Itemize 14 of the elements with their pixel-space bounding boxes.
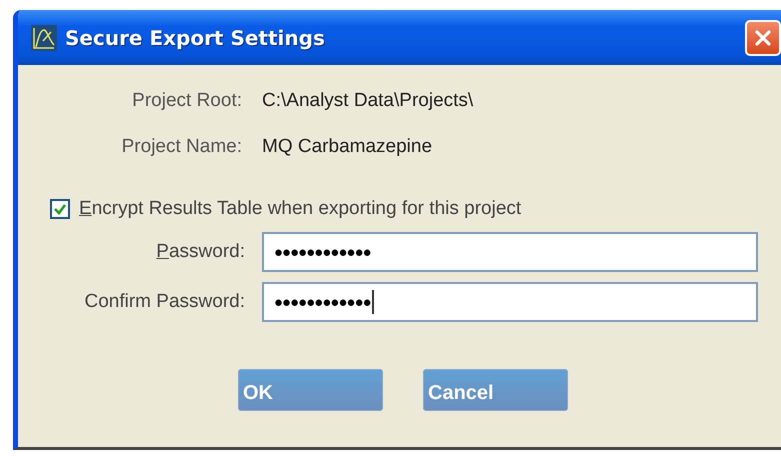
window-title: Secure Export Settings bbox=[65, 26, 326, 50]
password-field[interactable]: ●●●●●●●●●●●● bbox=[262, 232, 758, 272]
field-label: Project Root: bbox=[131, 90, 242, 112]
field-label: Confirm Password: bbox=[84, 291, 245, 313]
field-value: C:\Analyst Data\Projects\ bbox=[262, 90, 474, 112]
checkmark-icon bbox=[53, 202, 67, 216]
close-button[interactable] bbox=[745, 20, 781, 56]
password-field[interactable]: ●●●●●●●●●●●● bbox=[262, 282, 758, 322]
chart-curve-icon bbox=[31, 24, 57, 50]
field-value: MQ Carbamazepine bbox=[262, 136, 434, 158]
checkbox-label: Encrypt Results Table when exporting for this project bbox=[79, 198, 522, 220]
checkbox[interactable] bbox=[50, 199, 70, 219]
field-label: Project Name: bbox=[120, 136, 242, 158]
field-label: Password: bbox=[155, 241, 245, 263]
